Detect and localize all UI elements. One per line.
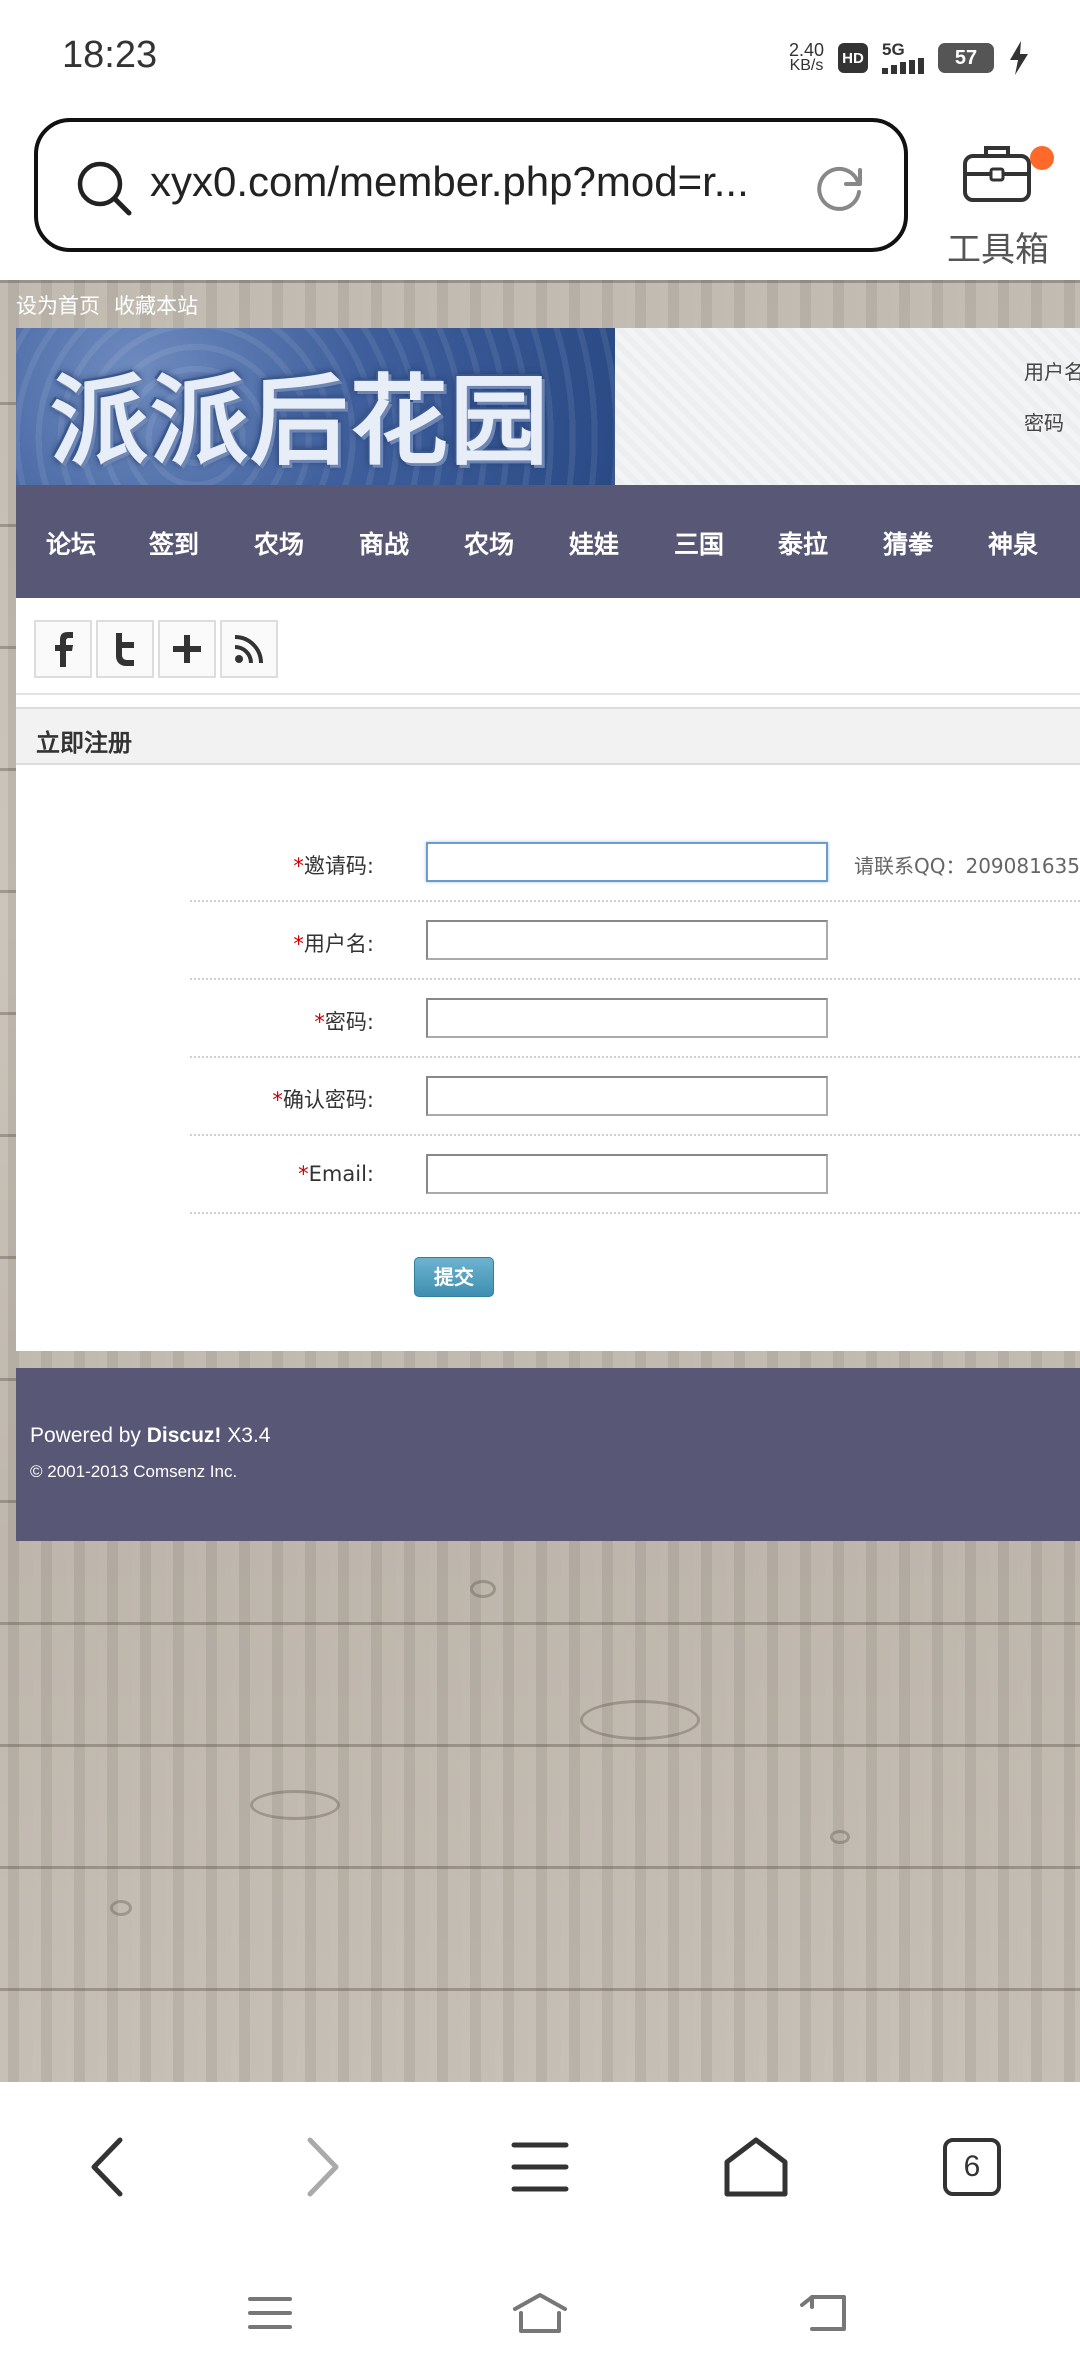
toolbox-label: 工具箱 xyxy=(947,230,1049,270)
status-time: 18:23 xyxy=(62,34,158,76)
search-icon xyxy=(77,161,132,216)
login-panel: 用户名 密码 xyxy=(1024,356,1080,458)
form-row-email: *Email: xyxy=(190,1136,1080,1214)
nav-item-forum[interactable]: 论坛 xyxy=(46,525,96,561)
share-more-button[interactable] xyxy=(158,620,216,678)
home-button[interactable] xyxy=(716,2132,796,2202)
system-back-icon xyxy=(800,2295,846,2331)
system-menu-button[interactable] xyxy=(240,2288,300,2338)
wood-knot xyxy=(830,1830,850,1844)
separator xyxy=(16,695,1080,707)
form-row-confirm-password: *确认密码: xyxy=(190,1058,1080,1136)
reload-icon[interactable] xyxy=(812,160,868,216)
site-footer: Powered by Discuz! X3.4 © 2001-2013 Coms… xyxy=(16,1368,1080,1541)
site-header: 派派后花园 用户名 密码 xyxy=(16,328,1080,485)
browser-bottom-bar: 6 xyxy=(0,2082,1080,2248)
back-icon xyxy=(91,2137,123,2197)
password-input[interactable] xyxy=(426,998,828,1038)
nav-item-spring[interactable]: 神泉 xyxy=(988,525,1038,561)
home-icon xyxy=(724,2137,788,2197)
status-icons: 2.40 KB/s HD 5G 57 xyxy=(789,36,1030,80)
site-topbar: 设为首页 收藏本站 xyxy=(0,280,1080,328)
site-logo-text: 派派后花园 xyxy=(50,365,551,479)
discuz-link[interactable]: Discuz! xyxy=(147,1424,222,1447)
username-input[interactable] xyxy=(426,920,828,960)
confirm-password-label: *确认密码: xyxy=(272,1088,374,1112)
nav-item-business-war[interactable]: 商战 xyxy=(359,525,409,561)
rss-icon xyxy=(234,635,263,664)
facebook-button[interactable] xyxy=(34,620,92,678)
network-speed-unit: KB/s xyxy=(789,57,824,74)
nav-item-checkin[interactable]: 签到 xyxy=(149,525,199,561)
login-username-label: 用户名 xyxy=(1024,360,1080,384)
email-label: *Email: xyxy=(298,1162,374,1186)
nav-item-farm[interactable]: 农场 xyxy=(254,525,304,561)
system-home-icon xyxy=(513,2293,567,2333)
system-back-button[interactable] xyxy=(794,2288,854,2338)
facebook-icon xyxy=(55,632,73,667)
plus-icon xyxy=(173,635,201,663)
site-logo[interactable]: 派派后花园 xyxy=(16,328,615,485)
bookmark-link[interactable]: 收藏本站 xyxy=(114,290,198,320)
back-button[interactable] xyxy=(66,2132,146,2202)
register-title-bar: 立即注册 xyxy=(16,709,1080,765)
toolbox-icon xyxy=(963,146,1031,202)
browser-address-bar: xyx0.com/member.php?mod=r... 工具箱 xyxy=(0,110,1080,280)
forward-button[interactable] xyxy=(284,2132,364,2202)
password-label: *密码: xyxy=(314,1010,374,1034)
notification-dot xyxy=(1030,146,1054,170)
copyright: © 2001-2013 Comsenz Inc. xyxy=(30,1462,238,1481)
tab-count-icon: 6 xyxy=(943,2138,1001,2196)
twitter-icon xyxy=(116,633,134,666)
wood-knot xyxy=(250,1790,340,1820)
nav-item-three-kingdoms[interactable]: 三国 xyxy=(674,525,724,561)
url-text[interactable]: xyx0.com/member.php?mod=r... xyxy=(150,158,749,206)
system-nav-bar xyxy=(0,2248,1080,2376)
social-share-bar xyxy=(16,598,1080,695)
rss-button[interactable] xyxy=(220,620,278,678)
register-panel-bottom xyxy=(16,1337,1080,1351)
twitter-button[interactable] xyxy=(96,620,154,678)
wood-knot xyxy=(110,1900,132,1916)
wood-knot xyxy=(470,1580,496,1598)
system-home-button[interactable] xyxy=(510,2288,570,2338)
charging-icon xyxy=(1010,41,1028,75)
register-title: 立即注册 xyxy=(36,729,132,757)
submit-button[interactable]: 提交 xyxy=(414,1257,494,1297)
url-box[interactable]: xyx0.com/member.php?mod=r... xyxy=(34,118,908,252)
nav-item-terra[interactable]: 泰拉 xyxy=(778,525,828,561)
battery-icon: 57 xyxy=(938,43,994,73)
username-label: *用户名: xyxy=(293,932,374,956)
network-generation: 5G xyxy=(882,40,905,59)
set-home-link[interactable]: 设为首页 xyxy=(16,290,100,320)
register-panel: 立即注册 *邀请码: 请联系QQ：2090816356 *用户名: *密码: *… xyxy=(16,707,1080,1337)
confirm-password-input[interactable] xyxy=(426,1076,828,1116)
network-speed: 2.40 KB/s xyxy=(788,40,824,74)
nav-item-rock-paper-scissors[interactable]: 猜拳 xyxy=(883,525,933,561)
powered-by: Powered by Discuz! X3.4 xyxy=(30,1424,271,1447)
nav-item-farm-2[interactable]: 农场 xyxy=(464,525,514,561)
email-input[interactable] xyxy=(426,1154,828,1194)
login-password-label: 密码 xyxy=(1024,411,1064,435)
system-menu-icon xyxy=(248,2297,292,2329)
form-row-password: *密码: xyxy=(190,980,1080,1058)
main-nav: 论坛 签到 农场 商战 农场 娃娃 三国 泰拉 猜拳 神泉 xyxy=(16,485,1080,598)
signal-icon: 5G xyxy=(882,40,924,74)
menu-icon xyxy=(511,2142,569,2192)
invite-code-input[interactable] xyxy=(426,842,828,882)
status-bar: 18:23 2.40 KB/s HD 5G 57 xyxy=(0,0,1080,110)
invite-code-label: *邀请码: xyxy=(293,854,374,878)
tabs-button[interactable]: 6 xyxy=(932,2132,1012,2202)
network-speed-value: 2.40 xyxy=(788,40,824,60)
menu-button[interactable] xyxy=(500,2132,580,2202)
form-row-username: *用户名: xyxy=(190,902,1080,980)
webpage: 设为首页 收藏本站 派派后花园 用户名 密码 论坛 签到 农场 商战 农场 娃娃… xyxy=(0,280,1080,2082)
invite-code-hint: 请联系QQ：2090816356 xyxy=(854,854,1080,878)
toolbox-button[interactable]: 工具箱 xyxy=(944,128,1054,270)
hd-icon: HD xyxy=(838,43,868,73)
nav-item-dolls[interactable]: 娃娃 xyxy=(569,525,619,561)
form-row-invite-code: *邀请码: 请联系QQ：2090816356 xyxy=(190,824,1080,902)
wood-knot xyxy=(580,1700,700,1740)
forward-icon xyxy=(307,2137,339,2197)
